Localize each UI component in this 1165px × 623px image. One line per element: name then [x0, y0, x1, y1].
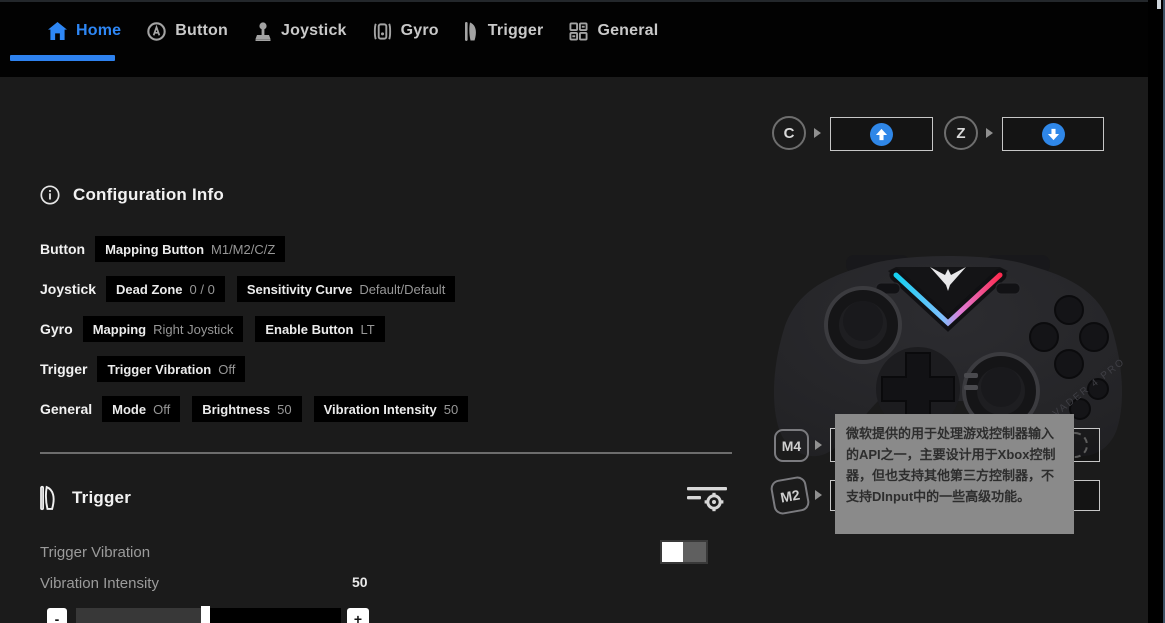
slider-plus-button[interactable]: + — [347, 607, 369, 623]
slider-minus-button[interactable]: - — [47, 607, 67, 623]
button-icon — [147, 21, 166, 41]
caret-icon — [986, 128, 993, 138]
tab-button-label: Button — [175, 22, 228, 39]
xinput-tooltip: 微软提供的用于处理游戏控制器输入的API之一，主要设计用于Xbox控制器，但也支… — [835, 414, 1074, 534]
config-badge: Mode Off — [102, 396, 181, 422]
trigger-vibration-label: Trigger Vibration — [40, 543, 151, 561]
up-arrow-icon — [870, 122, 893, 146]
config-info-title: Configuration Info — [73, 185, 224, 204]
trigger-vibration-toggle[interactable] — [660, 540, 708, 564]
caret-icon — [815, 440, 822, 450]
joystick-icon — [255, 21, 271, 41]
top-nav-bar: Home Button Joystick Gyro Trigger Genera… — [0, 0, 1165, 77]
m4-button-badge: M4 — [774, 429, 809, 462]
z-button-badge: Z — [944, 116, 978, 150]
tab-trigger-label: Trigger — [487, 22, 544, 39]
z-mapping-box[interactable] — [1002, 117, 1104, 151]
trigger-section-header: Trigger — [40, 482, 732, 514]
trigger-vibration-row: Trigger Vibration — [40, 540, 732, 564]
trigger-settings-icon[interactable] — [687, 484, 729, 512]
row-label: Joystick — [40, 281, 97, 297]
vibration-intensity-label: Vibration Intensity — [40, 574, 159, 592]
gyro-icon — [373, 22, 391, 40]
caret-icon — [815, 490, 822, 500]
config-badge: Sensitivity Curve Default/Default — [236, 276, 456, 302]
tab-joystick-label: Joystick — [281, 22, 347, 39]
config-badge: Trigger Vibration Off — [97, 356, 246, 382]
tab-general[interactable]: General — [569, 21, 659, 41]
right-edge-strip — [1148, 0, 1165, 623]
configuration-panel: Configuration Info Button Mapping Button… — [40, 183, 732, 623]
row-label: Button — [40, 241, 86, 257]
down-arrow-icon — [1041, 122, 1065, 146]
c-mapping-box[interactable] — [830, 117, 933, 151]
tab-trigger[interactable]: Trigger — [464, 21, 544, 41]
vibration-intensity-slider: - + — [40, 606, 732, 623]
row-label: Gyro — [40, 321, 73, 337]
tab-joystick[interactable]: Joystick — [254, 21, 347, 41]
tab-home[interactable]: Home — [48, 22, 121, 40]
tab-button[interactable]: Button — [147, 21, 228, 41]
config-row-button: Button Mapping Button M1/M2/C/Z — [40, 236, 732, 262]
config-badge: Mapping Right Joystick — [82, 316, 244, 342]
m2-button-badge: M2 — [769, 475, 811, 516]
config-row-gyro: Gyro Mapping Right Joystick Enable Butto… — [40, 316, 732, 342]
config-info-header: Configuration Info — [40, 183, 732, 207]
slider-fill — [76, 608, 201, 623]
config-row-general: General Mode Off Brightness 50 Vibration… — [40, 396, 732, 422]
main-content: Configuration Info Button Mapping Button… — [0, 77, 1148, 623]
row-label: General — [40, 401, 93, 417]
active-tab-underline — [10, 55, 115, 61]
tab-home-label: Home — [76, 22, 122, 39]
scrollbar-thumb[interactable] — [1157, 0, 1161, 9]
vibration-intensity-value: 50 — [352, 574, 368, 590]
config-rows: Button Mapping Button M1/M2/C/Z Joystick… — [40, 236, 732, 422]
config-badge: Mapping Button M1/M2/C/Z — [95, 236, 286, 262]
tab-general-label: General — [597, 22, 659, 39]
config-badge: Vibration Intensity 50 — [313, 396, 469, 422]
nav-tabs: Home Button Joystick Gyro Trigger Genera… — [0, 2, 1165, 60]
tab-gyro-label: Gyro — [400, 22, 439, 39]
caret-icon — [814, 128, 821, 138]
trigger-section-icon — [40, 485, 55, 511]
home-icon — [48, 22, 67, 40]
tab-gyro[interactable]: Gyro — [373, 22, 439, 41]
trigger-icon — [464, 21, 476, 41]
vibration-intensity-row: Vibration Intensity 50 — [40, 574, 732, 592]
section-divider — [40, 452, 732, 454]
general-icon — [569, 21, 588, 41]
slider-thumb[interactable] — [201, 606, 210, 623]
config-badge: Enable Button LT — [255, 316, 385, 342]
config-row-joystick: Joystick Dead Zone 0 / 0 Sensitivity Cur… — [40, 276, 732, 302]
slider-track[interactable] — [76, 606, 341, 623]
row-label: Trigger — [40, 361, 88, 377]
info-icon — [40, 185, 60, 205]
toggle-knob — [662, 542, 683, 562]
config-badge: Brightness 50 — [192, 396, 302, 422]
config-row-trigger: Trigger Trigger Vibration Off — [40, 356, 732, 382]
trigger-section-title: Trigger — [72, 488, 132, 507]
config-badge: Dead Zone 0 / 0 — [106, 276, 225, 302]
c-button-badge: C — [772, 116, 806, 150]
